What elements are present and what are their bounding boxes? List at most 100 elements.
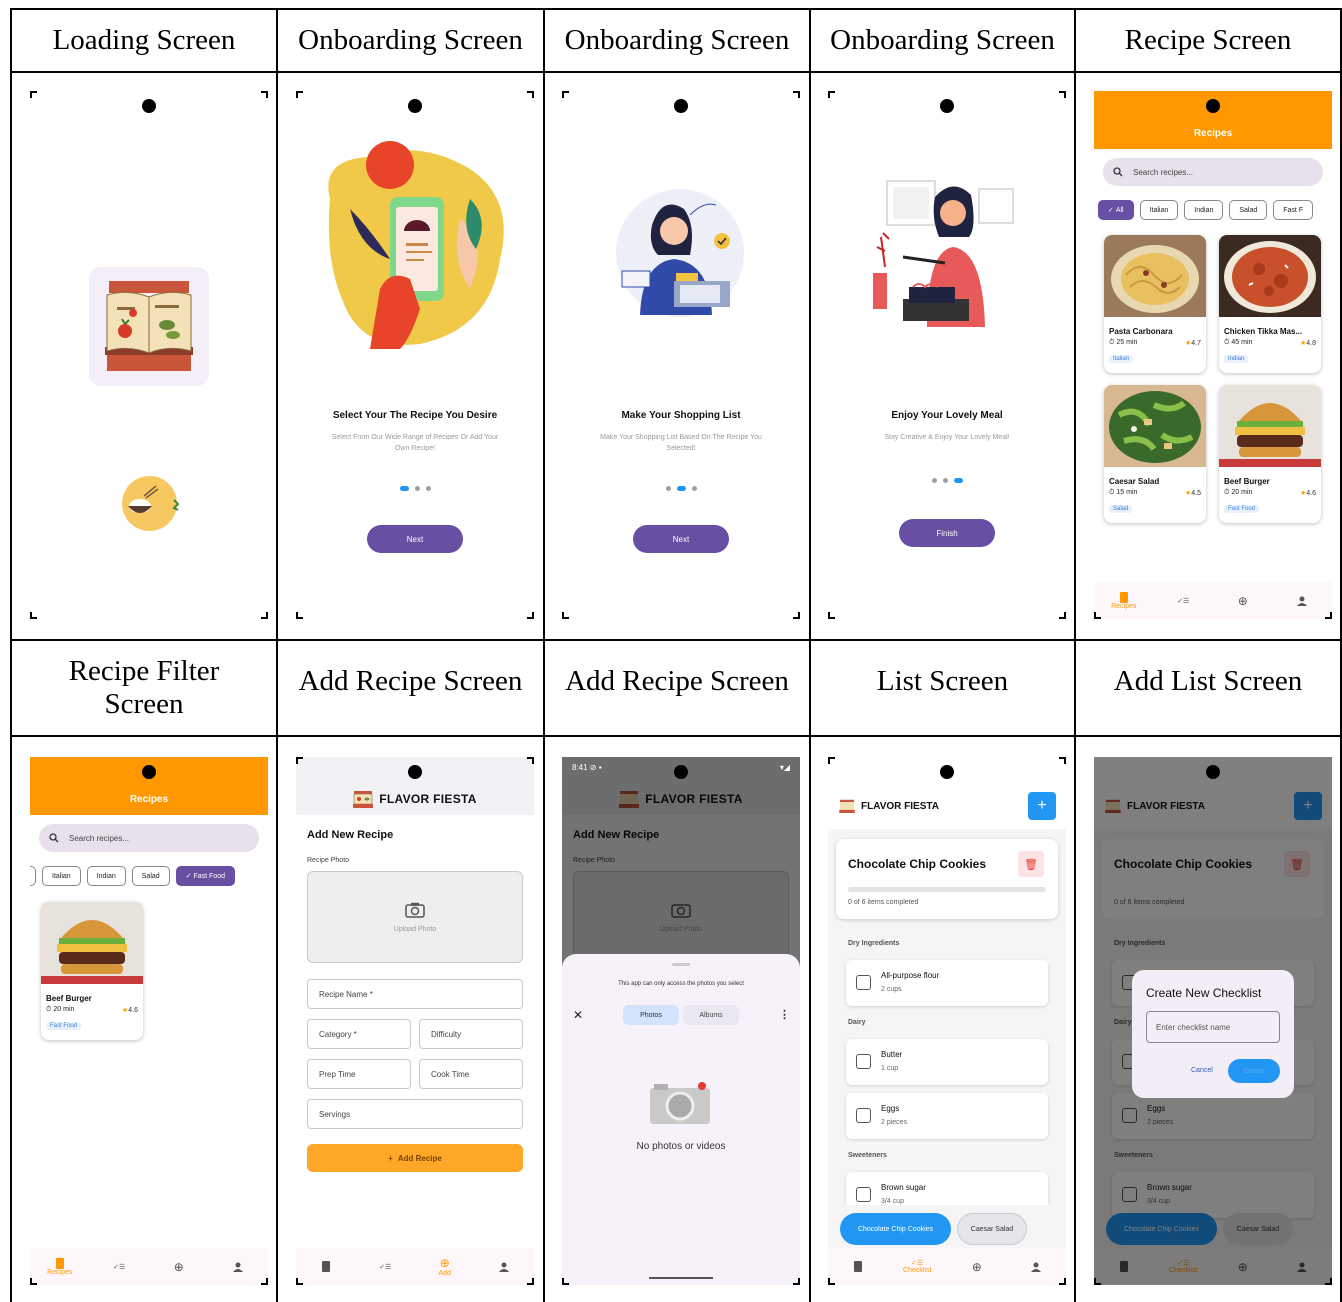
add-list-button[interactable]: + [1028, 792, 1056, 820]
chip-all-partial[interactable] [30, 866, 36, 886]
item-name: Butter [881, 1050, 903, 1059]
cook-time-field[interactable]: Cook Time [419, 1059, 523, 1089]
tab-chocolate-chip-cookies[interactable]: Chocolate Chip Cookies [840, 1213, 951, 1245]
nav-profile[interactable] [218, 1262, 258, 1272]
frame-corner [296, 1278, 303, 1285]
cancel-button[interactable]: Cancel [1191, 1067, 1213, 1074]
upload-photo-area[interactable]: Upload Photo [307, 871, 523, 963]
close-icon[interactable]: ✕ [573, 1008, 583, 1022]
checkbox[interactable] [856, 1054, 871, 1069]
finish-button[interactable]: Finish [899, 519, 995, 547]
brand-name: FLAVOR FIESTA [861, 800, 939, 812]
header-list: List Screen [876, 664, 1009, 697]
create-button[interactable]: Create [1228, 1059, 1280, 1083]
page-indicator [296, 486, 534, 491]
nav-recipes[interactable] [306, 1261, 346, 1272]
chip-fast-food[interactable]: Fast F [1273, 200, 1314, 220]
servings-field[interactable]: Servings [307, 1099, 523, 1129]
drag-handle[interactable] [672, 963, 690, 966]
app-logo [89, 267, 209, 386]
search-placeholder: Search recipes... [1133, 167, 1194, 177]
nav-profile[interactable] [1282, 596, 1322, 606]
prep-time-field[interactable]: Prep Time [307, 1059, 411, 1089]
checkbox[interactable] [856, 1187, 871, 1202]
list-item[interactable]: Eggs 2 pieces [846, 1093, 1048, 1139]
nav-profile[interactable] [1016, 1262, 1056, 1272]
tab-photos[interactable]: Photos [623, 1005, 679, 1025]
nav-recipes[interactable]: Recipes [1104, 591, 1144, 610]
nav-recipes[interactable]: Recipes [40, 1257, 80, 1276]
next-button[interactable]: Next [633, 525, 729, 553]
delete-icon[interactable]: 🗑 [1018, 851, 1044, 877]
tikka-image [1219, 235, 1321, 317]
recipe-book-icon [839, 799, 855, 813]
more-options-icon[interactable]: ⋮ [779, 1008, 790, 1021]
tab-caesar-salad[interactable]: Caesar Salad [957, 1213, 1027, 1245]
checkbox[interactable] [856, 975, 871, 990]
checklist-card[interactable]: Chocolate Chip Cookies 🗑 0 of 6 items co… [836, 839, 1058, 919]
chip-indian[interactable]: Indian [86, 866, 126, 886]
book-icon [1119, 591, 1128, 603]
list-item[interactable]: All-purpose flour 2 cups [846, 960, 1048, 1006]
time-value: 20 min [1231, 489, 1253, 496]
item-name: Eggs [881, 1104, 900, 1113]
frame-corner [562, 1278, 569, 1285]
recipe-name-field[interactable]: Recipe Name * [307, 979, 523, 1009]
recipe-card[interactable]: Beef Burger ⏱ 20 min ★4.6 Fast Food [1219, 385, 1321, 523]
nav-label: Recipes [47, 1268, 73, 1276]
checklist-name-input[interactable]: Enter checklist name [1146, 1011, 1280, 1043]
checkbox[interactable] [856, 1108, 871, 1123]
checklist-title: Chocolate Chip Cookies [848, 857, 987, 871]
chip-salad[interactable]: Salad [131, 866, 170, 886]
add-list-screen: FLAVOR FIESTA + Chocolate Chip Cookies 🗑… [1094, 757, 1332, 1285]
nav-add[interactable]: ⊕ Add [425, 1256, 465, 1277]
nav-checklist[interactable]: ✓☰Checklist [897, 1259, 937, 1274]
item-name: All-purpose flour [881, 971, 940, 980]
camera-cutout [1206, 765, 1220, 779]
onboarding-screen-3: Enjoy Your Lovely Meal Stay Creative & E… [828, 91, 1066, 619]
chip-fast-food[interactable]: ✓ Fast Food [175, 866, 235, 886]
list-screen: FLAVOR FIESTA + Chocolate Chip Cookies 🗑… [828, 757, 1066, 1285]
photo-picker-sheet: This app can only access the photos you … [562, 954, 800, 1285]
chip-indian[interactable]: Indian [1184, 200, 1224, 220]
shopping-list-illustration [616, 189, 744, 317]
chip-italian[interactable]: Italian [42, 866, 81, 886]
recipe-card[interactable]: Chicken Tikka Mas... ⏱ 45 min ★4.8 Indian [1219, 235, 1321, 373]
nav-checklist[interactable]: ✓☰ [365, 1263, 405, 1271]
nav-add[interactable]: ⊕ [1223, 594, 1263, 608]
burger-image [41, 902, 143, 984]
recipe-card[interactable]: Beef Burger ⏱ 20 min ★4.6 Fast Food [41, 902, 143, 1040]
nav-profile[interactable] [484, 1262, 524, 1272]
tab-albums[interactable]: Albums [683, 1005, 739, 1025]
nav-label: Recipes [1111, 602, 1137, 610]
progress-bar [848, 887, 1046, 892]
frame-corner [828, 1278, 835, 1285]
recipe-card[interactable]: Caesar Salad ⏱ 15 min ★4.5 Salad [1104, 385, 1206, 523]
screen-title: Recipes [129, 794, 169, 805]
add-recipe-button[interactable]: + Add Recipe [307, 1144, 523, 1172]
recipe-card[interactable]: Pasta Carbonara ⏱ 25 min ★4.7 Italian [1104, 235, 1206, 373]
home-indicator[interactable] [649, 1277, 713, 1279]
nav-add[interactable]: ⊕ [159, 1260, 199, 1274]
nav-checklist[interactable]: ✓☰ [99, 1263, 139, 1271]
category-field[interactable]: Category * [307, 1019, 411, 1049]
search-input[interactable]: Search recipes... [39, 824, 259, 852]
nav-recipes[interactable] [838, 1261, 878, 1272]
chip-salad[interactable]: Salad [1229, 200, 1268, 220]
checklist-icon: ✓☰ [1177, 597, 1190, 605]
nav-add[interactable]: ⊕ [957, 1260, 997, 1274]
next-button[interactable]: Next [367, 525, 463, 553]
nav-checklist[interactable]: ✓☰ [1163, 597, 1203, 605]
difficulty-field[interactable]: Difficulty [419, 1019, 523, 1049]
recipe-book-icon [105, 281, 193, 371]
chip-italian[interactable]: Italian [1139, 200, 1179, 220]
recipe-book-icon [353, 791, 374, 808]
list-item[interactable]: Butter 1 cup [846, 1039, 1048, 1085]
frame-corner [1325, 1278, 1332, 1285]
access-notice: This app can only access the photos you … [618, 981, 744, 987]
search-input[interactable]: Search recipes... [1103, 158, 1323, 186]
chip-all[interactable]: ✓ All [1098, 200, 1134, 220]
header-add-list: Add List Screen [1113, 664, 1303, 697]
form-heading: Add New Recipe [307, 829, 394, 841]
time-value: 45 min [1231, 339, 1253, 346]
